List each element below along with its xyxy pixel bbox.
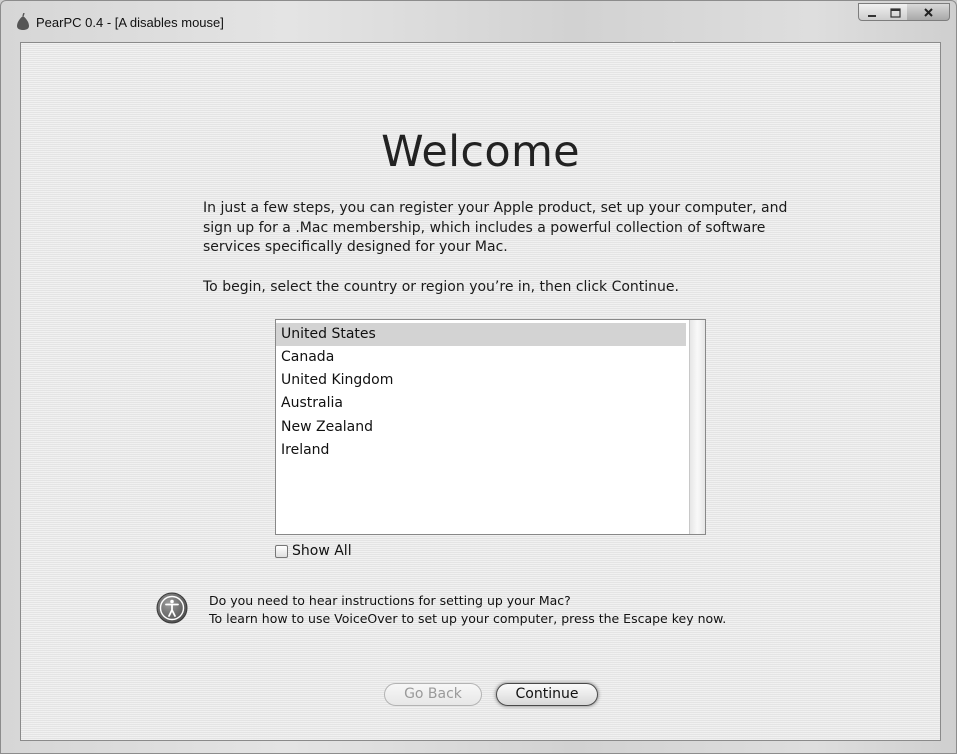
minimize-icon <box>868 15 876 17</box>
country-item-united-states[interactable]: United States <box>276 323 686 346</box>
continue-button[interactable]: Continue <box>496 683 598 706</box>
setup-assistant-screen: Welcome In just a few steps, you can reg… <box>20 42 941 741</box>
pear-app-icon <box>17 13 29 30</box>
maximize-button[interactable] <box>883 3 908 21</box>
show-all-label[interactable]: Show All <box>292 543 352 559</box>
accessibility-icon <box>156 592 188 624</box>
title-bar[interactable]: PearPC 0.4 - [A disables mouse] <box>1 1 956 41</box>
close-icon <box>924 8 933 17</box>
list-scrollbar[interactable] <box>689 320 705 534</box>
country-list[interactable]: United States Canada United Kingdom Aust… <box>275 319 706 535</box>
country-item-new-zealand[interactable]: New Zealand <box>276 416 686 439</box>
country-item-united-kingdom[interactable]: United Kingdom <box>276 369 686 392</box>
go-back-button[interactable]: Go Back <box>384 683 482 706</box>
maximize-icon <box>890 8 901 18</box>
intro-text: In just a few steps, you can register yo… <box>203 200 788 255</box>
welcome-heading: Welcome <box>381 127 580 177</box>
country-item-ireland[interactable]: Ireland <box>276 439 686 462</box>
show-all-checkbox[interactable] <box>275 545 288 558</box>
country-item-australia[interactable]: Australia <box>276 392 686 415</box>
minimize-button[interactable] <box>858 3 884 21</box>
voiceover-line-1: Do you need to hear instructions for set… <box>209 593 571 608</box>
voiceover-prompt: Do you need to hear instructions for set… <box>209 592 726 628</box>
window-title: PearPC 0.4 - [A disables mouse] <box>36 15 224 30</box>
close-button[interactable] <box>907 3 950 21</box>
pearpc-window: PearPC 0.4 - [A disables mouse] Welcome … <box>0 0 957 754</box>
country-item-canada[interactable]: Canada <box>276 346 686 369</box>
voiceover-line-2: To learn how to use VoiceOver to set up … <box>209 611 727 626</box>
instruction-text: To begin, select the country or region y… <box>203 279 679 295</box>
